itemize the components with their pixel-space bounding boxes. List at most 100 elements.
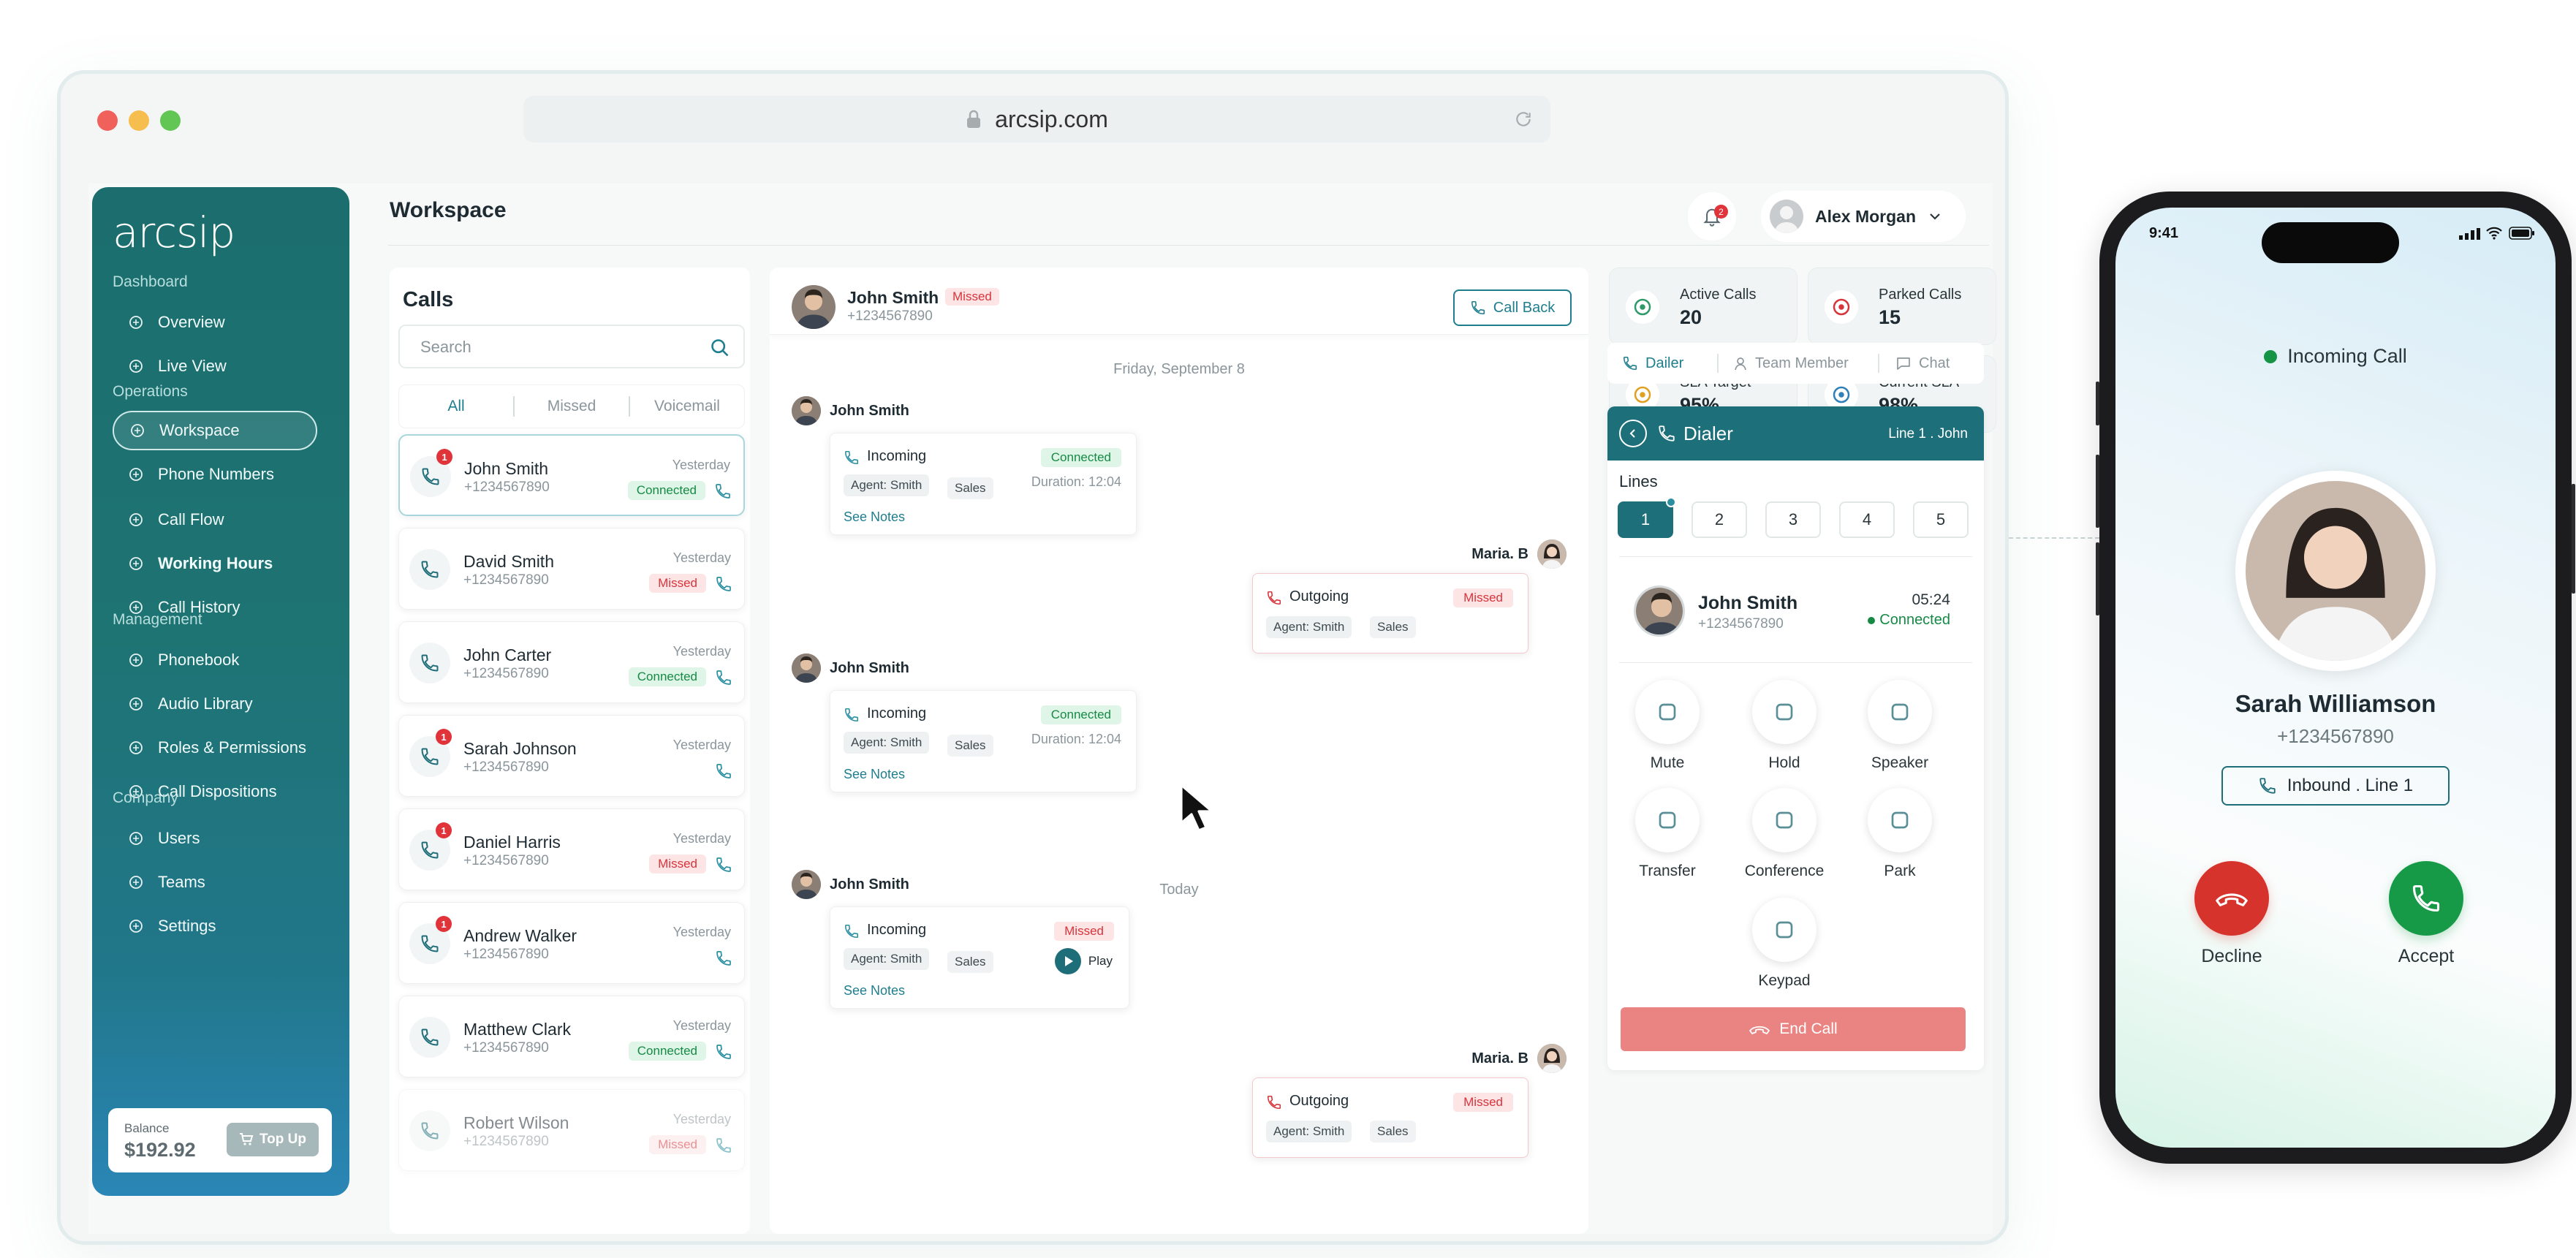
call-status-badge: Connected — [627, 481, 705, 500]
caller-photo — [2246, 481, 2425, 661]
call-type-icon — [716, 764, 731, 778]
accept-button[interactable] — [2389, 861, 2463, 936]
top-up-button[interactable]: Top Up — [227, 1123, 319, 1156]
voicemail-icon — [716, 1138, 731, 1153]
tab-voicemail[interactable]: Voicemail — [630, 398, 744, 415]
notifications-button[interactable]: 2 — [1688, 192, 1736, 240]
call-list-item[interactable]: Matthew Clark +1234567890 Yesterday Connect… — [398, 996, 745, 1077]
sidebar-item-audio-library[interactable]: Audio Library — [113, 684, 317, 724]
search-icon[interactable] — [710, 338, 730, 358]
conference-button[interactable] — [1752, 788, 1817, 852]
call-phone: +1234567890 — [463, 1134, 549, 1149]
see-notes-link[interactable]: See Notes — [844, 509, 905, 525]
keypad-label: Keypad — [1758, 972, 1811, 989]
call-name: Robert Wilson — [463, 1113, 569, 1132]
call-duration: Duration: 12:04 — [1031, 732, 1121, 746]
page-title: Workspace — [390, 198, 507, 222]
sidebar-item-live-view[interactable]: Live View — [113, 346, 317, 386]
call-status: Connected — [1868, 612, 1950, 629]
call-phone: +1234567890 — [463, 1040, 549, 1056]
end-call-label: End Call — [1779, 1020, 1838, 1037]
accept-label: Accept — [2398, 946, 2455, 966]
decline-button[interactable] — [2194, 861, 2269, 936]
address-bar[interactable]: arcsip.com — [523, 96, 1550, 143]
sidebar-item-teams[interactable]: Teams — [113, 863, 317, 902]
sidebar-item-phone-numbers[interactable]: Phone Numbers — [113, 455, 317, 494]
see-notes-link[interactable]: See Notes — [844, 767, 905, 782]
call-list-item[interactable]: 1 Andrew Walker +1234567890 Yesterday — [398, 902, 745, 984]
sidebar-item-workspace[interactable]: Workspace — [113, 411, 317, 450]
maximize-window-button[interactable] — [160, 110, 181, 131]
outgoing-call-message[interactable]: Outgoing Missed Agent: Smith Sales — [1252, 1077, 1528, 1158]
tab-missed[interactable]: Missed — [515, 398, 629, 415]
play-button[interactable]: Play — [1054, 948, 1113, 974]
sidebar-item-working-hours[interactable]: Working Hours — [113, 544, 317, 583]
agent-tag: Agent: Smith — [844, 474, 930, 496]
call-phone: +1234567890 — [464, 480, 550, 495]
sidebar-item-label: Workspace — [159, 421, 240, 439]
caller-phone: +1234567890 — [2277, 725, 2394, 747]
line-button-3[interactable]: 3 — [1765, 501, 1821, 538]
flow-icon — [129, 513, 143, 526]
sidebar-item-roles-permissions[interactable]: Roles & Permissions — [113, 728, 317, 768]
call-list-item[interactable]: David Smith +1234567890 Yesterday Missed — [398, 528, 745, 610]
incoming-call-message[interactable]: Incoming Connected Agent: Smith Sales Durati… — [830, 690, 1137, 792]
keypad-button[interactable] — [1752, 898, 1817, 962]
transfer-button[interactable] — [1635, 788, 1700, 852]
grid-icon — [129, 360, 143, 373]
speaker-button[interactable] — [1868, 680, 1932, 744]
call-phone: +1234567890 — [463, 947, 549, 962]
call-name: Matthew Clark — [463, 1020, 571, 1039]
call-list-item[interactable]: 1 Daniel Harris +1234567890 Yesterday Missed — [398, 808, 745, 890]
line-button-2[interactable]: 2 — [1692, 501, 1747, 538]
date-divider-today: Today — [1159, 882, 1199, 898]
stat-card-parked-calls: Parked Calls 15 — [1808, 268, 1996, 345]
outgoing-call-message[interactable]: Outgoing Missed Agent: Smith Sales — [1252, 573, 1528, 653]
end-call-button[interactable]: End Call — [1621, 1007, 1966, 1051]
sidebar-item-users[interactable]: Users — [113, 819, 317, 858]
line-button-4[interactable]: 4 — [1839, 501, 1895, 538]
battery-icon — [2509, 227, 2534, 240]
agent-tag: Agent: Smith — [1266, 616, 1352, 638]
see-notes-link[interactable]: See Notes — [844, 983, 905, 999]
line-button-5[interactable]: 5 — [1913, 501, 1969, 538]
decline-label: Decline — [2201, 946, 2262, 966]
call-list-item[interactable]: 1 Sarah Johnson +1234567890 Yesterday — [398, 715, 745, 797]
contact-name: John Smith — [847, 288, 939, 307]
close-window-button[interactable] — [97, 110, 118, 131]
incoming-call-message[interactable]: Incoming Missed Agent: Smith Sales Play See N… — [830, 906, 1129, 1009]
sidebar-item-overview[interactable]: Overview — [113, 303, 317, 342]
call-date: Yesterday — [673, 925, 731, 939]
call-type-icon — [716, 951, 731, 966]
call-list-item[interactable]: John Carter +1234567890 Yesterday Connected — [398, 621, 745, 703]
back-button[interactable] — [1619, 420, 1647, 447]
sidebar-item-label: Live View — [158, 357, 227, 375]
park-label: Park — [1884, 863, 1916, 879]
call-list-item[interactable]: 1 John Smith +1234567890 Yesterday Connected — [398, 434, 745, 516]
balance-amount: $192.92 — [124, 1139, 196, 1161]
line-button-1[interactable]: 1 — [1618, 497, 1676, 538]
sidebar-section-label: Management — [113, 611, 202, 628]
tab-dialer[interactable]: Dailer — [1607, 355, 1717, 372]
reload-icon[interactable] — [1514, 110, 1533, 129]
tab-all[interactable]: All — [399, 398, 513, 415]
sidebar-item-call-flow[interactable]: Call Flow — [113, 500, 317, 539]
park-button[interactable] — [1868, 788, 1932, 852]
incoming-call-message[interactable]: Incoming Connected Agent: Smith Sales Durati… — [830, 433, 1137, 535]
search-input[interactable]: Search — [398, 325, 745, 368]
hold-button[interactable] — [1752, 680, 1817, 744]
call-date: Yesterday — [673, 1112, 731, 1126]
active-call-card[interactable]: John Smith +1234567890 05:24 Connected — [1619, 571, 1972, 651]
call-back-button[interactable]: Call Back — [1453, 289, 1572, 326]
overview-icon — [129, 316, 143, 329]
tab-team-member[interactable]: Team Member — [1719, 355, 1878, 372]
sidebar-item-phonebook[interactable]: Phonebook — [113, 640, 317, 680]
mute-button[interactable] — [1635, 680, 1700, 744]
sidebar-item-settings[interactable]: Settings — [113, 906, 317, 946]
avatar — [1770, 200, 1803, 233]
minimize-window-button[interactable] — [129, 110, 149, 131]
tab-chat[interactable]: Chat — [1879, 355, 1950, 372]
user-menu[interactable]: Alex Morgan — [1761, 191, 1966, 242]
calls-title: Calls — [403, 288, 454, 311]
phone-icon — [1623, 356, 1637, 371]
